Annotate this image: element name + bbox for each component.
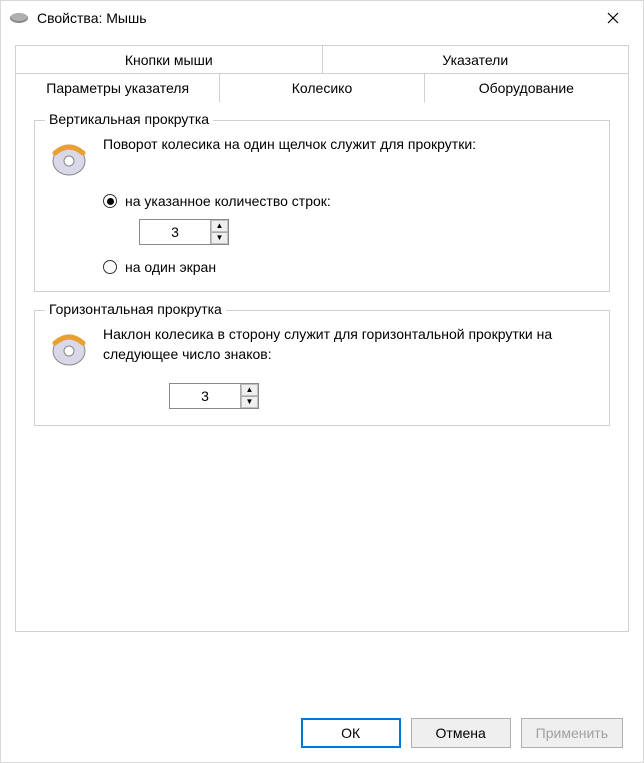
radio-icon — [103, 260, 117, 274]
lines-input[interactable] — [140, 220, 210, 244]
window-title: Свойства: Мышь — [37, 10, 593, 26]
tab-label: Оборудование — [479, 80, 574, 96]
tab-label: Указатели — [442, 52, 508, 68]
spinner-buttons: ▲ ▼ — [210, 220, 228, 244]
wheel-vertical-icon — [49, 139, 89, 179]
dialog-button-bar: ОК Отмена Применить — [301, 718, 623, 748]
close-icon[interactable] — [593, 4, 633, 32]
lines-spinner: ▲ ▼ — [139, 219, 229, 245]
wheel-horizontal-icon — [49, 329, 89, 369]
lines-spinner-row: ▲ ▼ — [139, 219, 595, 245]
radio-screen[interactable]: на один экран — [103, 259, 595, 275]
mouse-icon — [9, 11, 29, 25]
apply-button[interactable]: Применить — [521, 718, 623, 748]
chars-spinner-row: ▲ ▼ — [169, 383, 595, 409]
spin-down-icon[interactable]: ▼ — [211, 232, 228, 244]
tab-pointers[interactable]: Указатели — [323, 45, 630, 74]
radio-label: на указанное количество строк: — [125, 193, 331, 209]
radio-icon — [103, 194, 117, 208]
tab-row-bottom: Параметры указателя Колесико Оборудовани… — [15, 73, 629, 103]
titlebar: Свойства: Мышь — [1, 1, 643, 35]
tab-buttons[interactable]: Кнопки мыши — [15, 45, 323, 74]
group-title: Вертикальная прокрутка — [45, 111, 213, 127]
dialog-content: Кнопки мыши Указатели Параметры указател… — [1, 35, 643, 642]
radio-lines[interactable]: на указанное количество строк: — [103, 193, 595, 209]
tab-pointer-options[interactable]: Параметры указателя — [15, 73, 220, 103]
chars-input[interactable] — [170, 384, 240, 408]
spin-up-icon[interactable]: ▲ — [211, 220, 228, 232]
mouse-properties-window: Свойства: Мышь Кнопки мыши Указатели Пар… — [0, 0, 644, 763]
vertical-scroll-group: Вертикальная прокрутка Поворот колесика … — [34, 120, 610, 292]
tab-label: Параметры указателя — [46, 80, 189, 96]
group-title: Горизонтальная прокрутка — [45, 301, 226, 317]
spinner-buttons: ▲ ▼ — [240, 384, 258, 408]
spin-up-icon[interactable]: ▲ — [241, 384, 258, 396]
tab-panel-wheel: Вертикальная прокрутка Поворот колесика … — [15, 102, 629, 632]
tab-label: Колесико — [292, 80, 352, 96]
spin-down-icon[interactable]: ▼ — [241, 396, 258, 408]
group-description: Поворот колесика на один щелчок служит д… — [103, 135, 595, 155]
cancel-button[interactable]: Отмена — [411, 718, 511, 748]
group-description: Наклон колесика в сторону служит для гор… — [103, 325, 595, 364]
radio-label: на один экран — [125, 259, 216, 275]
chars-spinner: ▲ ▼ — [169, 383, 259, 409]
tab-wheel[interactable]: Колесико — [220, 73, 424, 103]
tab-hardware[interactable]: Оборудование — [425, 73, 629, 103]
ok-button[interactable]: ОК — [301, 718, 401, 748]
tab-row-top: Кнопки мыши Указатели — [15, 45, 629, 74]
horizontal-scroll-group: Горизонтальная прокрутка Наклон колесика… — [34, 310, 610, 426]
tab-label: Кнопки мыши — [125, 52, 213, 68]
